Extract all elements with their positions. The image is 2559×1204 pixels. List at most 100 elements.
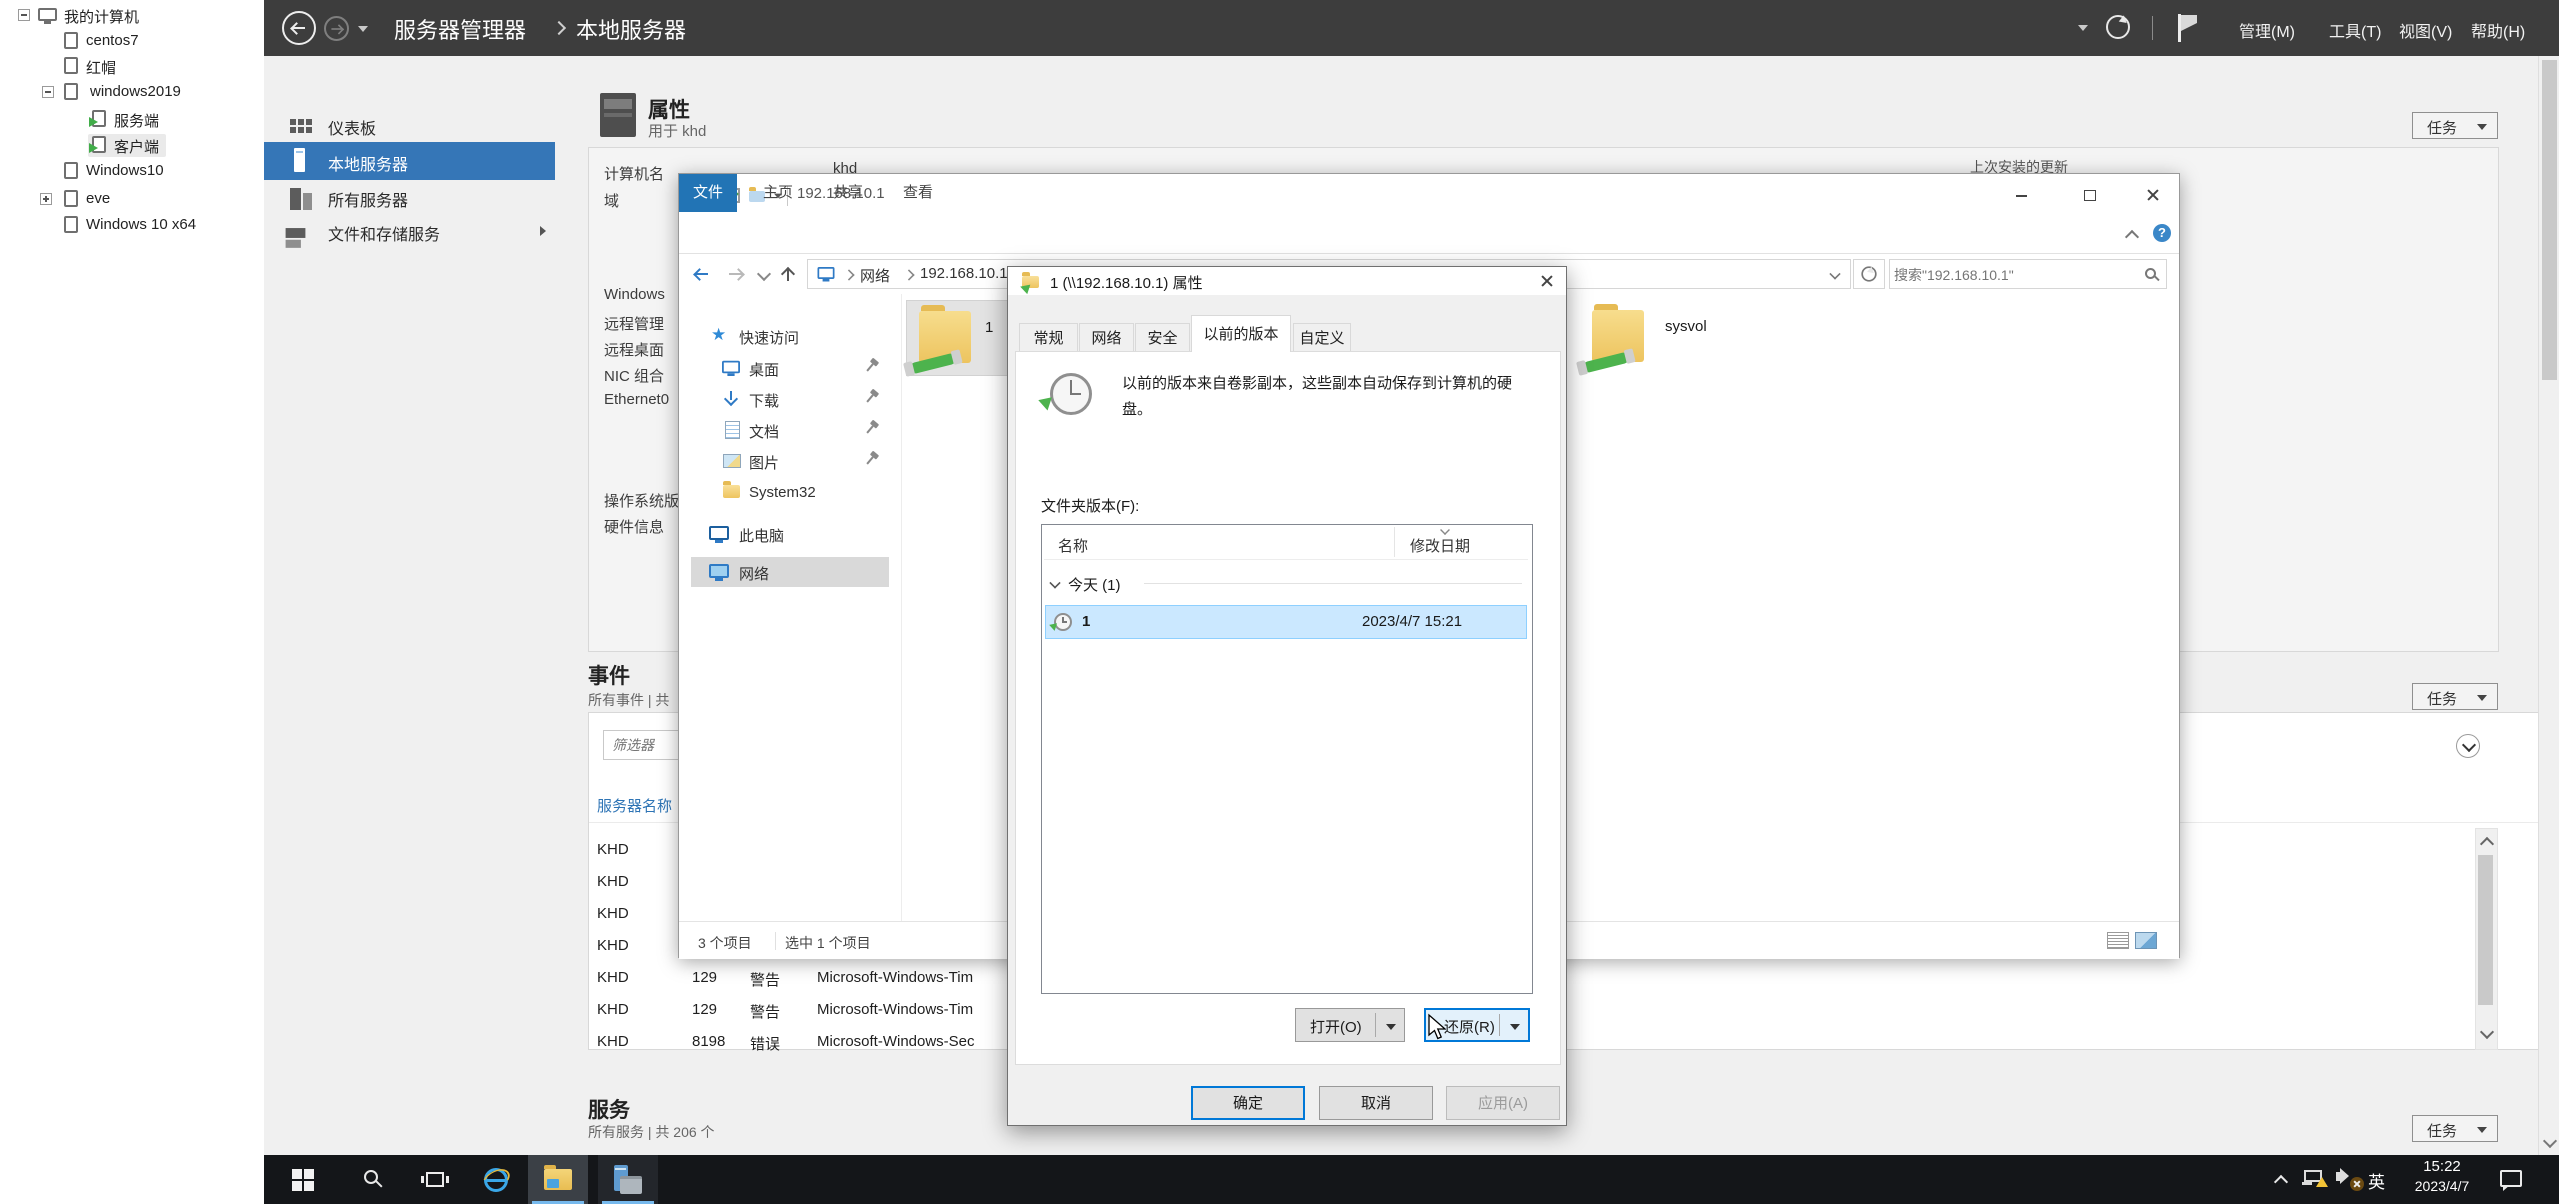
vm-tree-item[interactable]: eve — [0, 188, 264, 212]
breadcrumb-host[interactable]: 192.168.10.1 — [920, 265, 1008, 282]
event-row[interactable]: KHD 8198 错误 Microsoft-Windows-Sec — [589, 1027, 2559, 1059]
group-collapse-icon[interactable] — [1049, 577, 1061, 589]
services-tasks-button[interactable]: 任务 — [2412, 1115, 2498, 1142]
refresh-icon[interactable] — [2106, 15, 2130, 39]
expand-arrow-icon[interactable] — [540, 226, 546, 236]
properties-tasks-button[interactable]: 任务 — [2412, 112, 2498, 139]
menu-help[interactable]: 帮助(H) — [2471, 18, 2525, 42]
col-name[interactable]: 名称 — [1058, 535, 1088, 556]
restore-dropdown-icon[interactable] — [1510, 1024, 1520, 1030]
forward-button[interactable] — [324, 16, 349, 41]
vm-tree-label: Windows 10 x64 — [86, 216, 197, 233]
collapse-toggle-icon[interactable] — [42, 86, 54, 98]
ribbon-collapse-icon[interactable] — [2124, 229, 2140, 245]
versions-list[interactable]: 名称 修改日期 今天 (1) 1 2023/4/7 15:21 — [1041, 524, 1533, 994]
close-button[interactable] — [2129, 182, 2174, 208]
sidebar-item-file-storage[interactable]: 文件和存储服务 — [264, 216, 555, 246]
maximize-button[interactable] — [2067, 182, 2112, 208]
menu-view[interactable]: 视图(V) — [2399, 18, 2452, 42]
dialog-tab-network[interactable]: 网络 — [1079, 323, 1134, 352]
dialog-tab-customize[interactable]: 自定义 — [1293, 323, 1351, 352]
nav-downloads[interactable]: 下载 — [679, 387, 901, 413]
back-button[interactable] — [282, 11, 316, 45]
vm-tree-item[interactable]: windows2019 — [0, 81, 264, 105]
nav-network-selected[interactable]: 网络 — [691, 557, 889, 587]
details-view-icon[interactable] — [2107, 932, 2129, 949]
taskbar-ie-button[interactable] — [468, 1155, 524, 1204]
dialog-tab-security[interactable]: 安全 — [1135, 323, 1190, 352]
open-split-button[interactable]: 打开(O) — [1295, 1008, 1405, 1042]
notifications-dropdown-icon[interactable] — [2078, 25, 2088, 31]
search-input[interactable] — [1892, 262, 2126, 288]
version-row-selected[interactable]: 1 2023/4/7 15:21 — [1045, 605, 1527, 639]
group-label[interactable]: 今天 (1) — [1068, 574, 1121, 595]
address-dropdown-icon[interactable] — [1829, 268, 1841, 280]
help-icon[interactable] — [2153, 224, 2171, 242]
tray-overflow-icon[interactable] — [2273, 1174, 2289, 1190]
tab-home[interactable]: 主页 — [749, 174, 807, 212]
tab-file[interactable]: 文件 — [679, 174, 737, 212]
thumbnail-view-icon[interactable] — [2135, 932, 2157, 949]
sidebar-item-all-servers[interactable]: 所有服务器 — [264, 182, 555, 212]
expand-toggle-icon[interactable] — [40, 193, 52, 205]
nav-recent-icon[interactable] — [756, 266, 772, 282]
cancel-button[interactable]: 取消 — [1319, 1086, 1433, 1120]
taskbar-search-button[interactable] — [344, 1155, 400, 1204]
tray-clock[interactable]: 15:22 2023/4/7 — [2400, 1158, 2484, 1202]
tab-view[interactable]: 查看 — [889, 174, 947, 212]
refresh-button[interactable] — [1853, 259, 1885, 289]
vm-tree-item[interactable]: Windows 10 x64 — [0, 212, 264, 238]
ok-button[interactable]: 确定 — [1191, 1086, 1305, 1120]
events-scrollbar[interactable] — [2475, 828, 2498, 1050]
sidebar-item-local-server[interactable]: 本地服务器 — [264, 142, 555, 180]
action-center-icon[interactable] — [2500, 1170, 2522, 1191]
language-indicator[interactable]: 英 — [2368, 1168, 2385, 1193]
nav-pictures[interactable]: 图片 — [679, 449, 901, 475]
vm-tree-item[interactable]: 服务端 — [0, 106, 264, 132]
nav-desktop[interactable]: 桌面 — [679, 356, 901, 382]
collapse-toggle-icon[interactable] — [18, 9, 30, 21]
window-scrollbar[interactable] — [2538, 56, 2559, 1155]
version-date: 2023/4/7 15:21 — [1362, 613, 1463, 630]
nav-back-icon[interactable] — [693, 266, 711, 282]
nav-up-icon[interactable] — [779, 266, 797, 282]
dialog-titlebar[interactable]: 1 (\\192.168.10.1) 属性 — [1008, 267, 1566, 295]
event-row[interactable]: KHD 129 警告 Microsoft-Windows-Tim — [589, 963, 2559, 995]
file-item[interactable]: sysvol — [1582, 300, 1759, 374]
breadcrumb-root[interactable]: 服务器管理器 — [394, 13, 526, 45]
nav-this-pc[interactable]: 此电脑 — [679, 522, 901, 548]
volume-icon[interactable] — [2336, 1168, 2349, 1184]
vm-tree-item[interactable]: Windows10 — [0, 160, 264, 184]
menu-tools[interactable]: 工具(T) — [2329, 18, 2381, 42]
dialog-tab-general[interactable]: 常规 — [1019, 323, 1078, 352]
tab-share[interactable]: 共享 — [819, 174, 877, 212]
vm-tree-item-root[interactable]: 我的计算机 — [0, 4, 264, 28]
properties-icon — [600, 93, 636, 137]
sidebar-item-dashboard[interactable]: 仪表板 — [264, 110, 555, 140]
vm-tree-item-selected[interactable]: 客户端 — [0, 132, 264, 158]
collapse-section-icon[interactable] — [2456, 734, 2480, 758]
menu-manage[interactable]: 管理(M) — [2239, 18, 2295, 42]
minimize-button[interactable] — [1999, 182, 2044, 208]
dialog-close-button[interactable] — [1532, 269, 1562, 293]
breadcrumb-network[interactable]: 网络 — [860, 265, 890, 286]
nav-system32[interactable]: System32 — [679, 481, 901, 507]
search-box[interactable] — [1889, 259, 2167, 289]
apply-button[interactable]: 应用(A) — [1446, 1086, 1560, 1120]
col-date[interactable]: 修改日期 — [1410, 535, 1470, 556]
dialog-tab-previous-versions[interactable]: 以前的版本 — [1191, 315, 1291, 352]
vm-tree-item[interactable]: 红帽 — [0, 55, 264, 79]
open-dropdown-icon[interactable] — [1386, 1024, 1396, 1030]
task-view-button[interactable] — [406, 1155, 462, 1204]
flag-icon[interactable] — [2178, 14, 2197, 42]
start-button[interactable] — [276, 1155, 332, 1204]
vm-tree-item[interactable]: centos7 — [0, 30, 264, 54]
nav-history-dropdown-icon[interactable] — [358, 26, 368, 32]
taskbar-explorer-button[interactable] — [528, 1155, 588, 1204]
event-row[interactable]: KHD 129 警告 Microsoft-Windows-Tim — [589, 995, 2559, 1027]
nav-documents[interactable]: 文档 — [679, 418, 901, 444]
events-tasks-button[interactable]: 任务 — [2412, 683, 2498, 710]
taskbar-server-manager-button[interactable] — [598, 1155, 658, 1204]
nav-forward-icon[interactable] — [727, 266, 745, 282]
nav-quick-access[interactable]: ★ 快速访问 — [679, 324, 901, 350]
